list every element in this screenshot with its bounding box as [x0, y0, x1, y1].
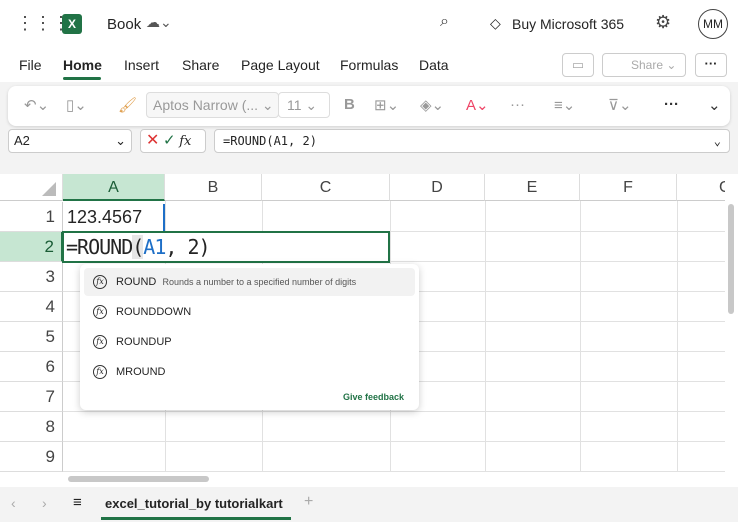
function-description: Rounds a number to a specified number of…	[162, 277, 357, 287]
more-commands-icon[interactable]: ···	[664, 96, 679, 113]
tab-file[interactable]: File	[19, 57, 42, 73]
formula-function: =ROUND	[66, 235, 133, 259]
workbook-name[interactable]: Book	[107, 16, 141, 33]
column-header-b[interactable]: B	[165, 174, 262, 201]
function-icon: fx	[93, 305, 107, 319]
formula-reference: A1	[143, 235, 166, 259]
tab-formulas[interactable]: Formulas	[340, 57, 398, 73]
more-options-button[interactable]: ···	[695, 53, 727, 77]
add-sheet-icon[interactable]: +	[304, 493, 313, 511]
cell-a1[interactable]: 123.4567	[64, 204, 165, 231]
function-autocomplete: fx ROUND Rounds a number to a specified n…	[80, 264, 419, 410]
share-button[interactable]: Share ⌄	[602, 53, 686, 77]
name-box-value: A2	[14, 133, 30, 148]
title-bar: ⋮⋮⋮ X Book ☁⌄ ⌕ ◇ Buy Microsoft 365 ⚙ MM	[0, 0, 738, 48]
formula-text: =ROUND(A1, 2)	[223, 134, 317, 148]
row-header-1[interactable]: 1	[0, 202, 63, 232]
row-header-9[interactable]: 9	[0, 442, 63, 472]
chevron-down-icon: ⌄	[115, 133, 126, 148]
share-label: Share	[631, 58, 664, 72]
clipboard-icon[interactable]: ▯⌄	[66, 96, 87, 114]
undo-icon[interactable]: ↶⌄	[24, 96, 49, 114]
chevron-down-icon[interactable]: ⌄	[714, 130, 721, 152]
align-icon[interactable]: ≡⌄	[554, 96, 575, 114]
cell-a2-editor[interactable]: =ROUND(A1, 2)	[62, 231, 390, 263]
give-feedback-link[interactable]: Give feedback	[343, 392, 404, 402]
ribbon-tabs: File Home Insert Share Page Layout Formu…	[0, 48, 738, 82]
expand-ribbon-icon[interactable]: ⌄	[708, 96, 721, 114]
tab-home[interactable]: Home	[63, 57, 102, 73]
formula-bar-input[interactable]: =ROUND(A1, 2) ⌄	[214, 129, 730, 153]
font-size-select[interactable]: 11 ⌄	[278, 92, 330, 118]
font-color-icon[interactable]: A⌄	[466, 96, 489, 114]
row-header-3[interactable]: 3	[0, 262, 63, 292]
function-icon: fx	[93, 275, 107, 289]
tab-share[interactable]: Share	[182, 57, 219, 73]
buy-microsoft-365-link[interactable]: Buy Microsoft 365	[512, 16, 624, 32]
font-size-value: 11	[287, 97, 302, 113]
select-all-corner[interactable]	[0, 174, 63, 201]
row-header-6[interactable]: 6	[0, 352, 63, 382]
insert-function-icon[interactable]: fx	[179, 134, 191, 149]
enter-icon[interactable]: ✓	[163, 132, 176, 149]
formula-paren: (	[132, 235, 144, 259]
function-icon: fx	[93, 335, 107, 349]
function-name: ROUNDDOWN	[116, 306, 192, 318]
row-header-8[interactable]: 8	[0, 412, 63, 442]
cloud-icon[interactable]: ☁⌄	[146, 14, 172, 31]
column-header-d[interactable]: D	[390, 174, 485, 201]
column-header-c[interactable]: C	[262, 174, 390, 201]
tab-data[interactable]: Data	[419, 57, 449, 73]
sheet-bar: ‹ › ≡ excel_tutorial_by tutorialkart +	[0, 487, 738, 522]
borders-icon[interactable]: ⊞⌄	[374, 96, 399, 114]
function-name: MROUND	[116, 366, 166, 378]
font-name-value: Aptos Narrow (...	[153, 97, 259, 113]
column-header-f[interactable]: F	[580, 174, 677, 201]
search-icon[interactable]: ⌕	[440, 13, 449, 31]
active-tab-indicator	[63, 77, 101, 80]
row-header-4[interactable]: 4	[0, 292, 63, 322]
more-font-icon[interactable]: ···	[510, 96, 525, 113]
tab-insert[interactable]: Insert	[124, 57, 159, 73]
active-sheet-indicator	[101, 517, 291, 520]
avatar[interactable]: MM	[698, 9, 728, 39]
function-name: ROUND	[116, 276, 157, 288]
prev-sheet-icon[interactable]: ‹	[11, 495, 16, 511]
horizontal-scrollbar[interactable]	[0, 472, 738, 487]
vertical-scrollbar[interactable]	[725, 174, 738, 472]
sort-filter-icon[interactable]: ⊽⌄	[608, 96, 632, 114]
formula-actions: ✕ ✓ fx	[140, 129, 206, 153]
autocomplete-item-round[interactable]: fx ROUND Rounds a number to a specified n…	[84, 268, 415, 296]
row-header-2[interactable]: 2	[0, 232, 63, 262]
autocomplete-item-rounddown[interactable]: fx ROUNDDOWN	[84, 298, 415, 326]
name-box[interactable]: A2 ⌄	[8, 129, 132, 153]
function-name: ROUNDUP	[116, 336, 172, 348]
next-sheet-icon[interactable]: ›	[42, 495, 47, 511]
row-header-7[interactable]: 7	[0, 382, 63, 412]
column-header-e[interactable]: E	[485, 174, 580, 201]
autocomplete-item-roundup[interactable]: fx ROUNDUP	[84, 328, 415, 356]
sheet-tab[interactable]: excel_tutorial_by tutorialkart	[105, 496, 283, 511]
cancel-icon[interactable]: ✕	[146, 132, 159, 149]
diamond-icon: ◇	[490, 15, 501, 31]
formula-args: , 2)	[165, 235, 210, 259]
excel-logo-icon: X	[62, 14, 82, 34]
row-header-5[interactable]: 5	[0, 322, 63, 352]
column-header-a[interactable]: A	[63, 174, 165, 201]
column-header-g[interactable]: G	[677, 174, 725, 201]
ribbon-toolbar: ↶⌄ ▯⌄ 🖌 Aptos Narrow (... ⌄ 11 ⌄ B ⊞⌄ ◈⌄…	[8, 86, 730, 126]
gear-icon[interactable]: ⚙	[655, 12, 671, 33]
comments-button[interactable]: ▭	[562, 53, 594, 77]
scroll-thumb[interactable]	[68, 476, 209, 482]
fill-color-icon[interactable]: ◈⌄	[420, 96, 444, 114]
tab-page-layout[interactable]: Page Layout	[241, 57, 320, 73]
format-painter-icon[interactable]: 🖌	[118, 96, 137, 114]
autocomplete-item-mround[interactable]: fx MROUND	[84, 358, 415, 386]
font-name-select[interactable]: Aptos Narrow (... ⌄	[146, 92, 279, 118]
function-icon: fx	[93, 365, 107, 379]
all-sheets-icon[interactable]: ≡	[73, 494, 82, 511]
bold-icon[interactable]: B	[344, 96, 355, 113]
scroll-thumb[interactable]	[728, 204, 734, 314]
